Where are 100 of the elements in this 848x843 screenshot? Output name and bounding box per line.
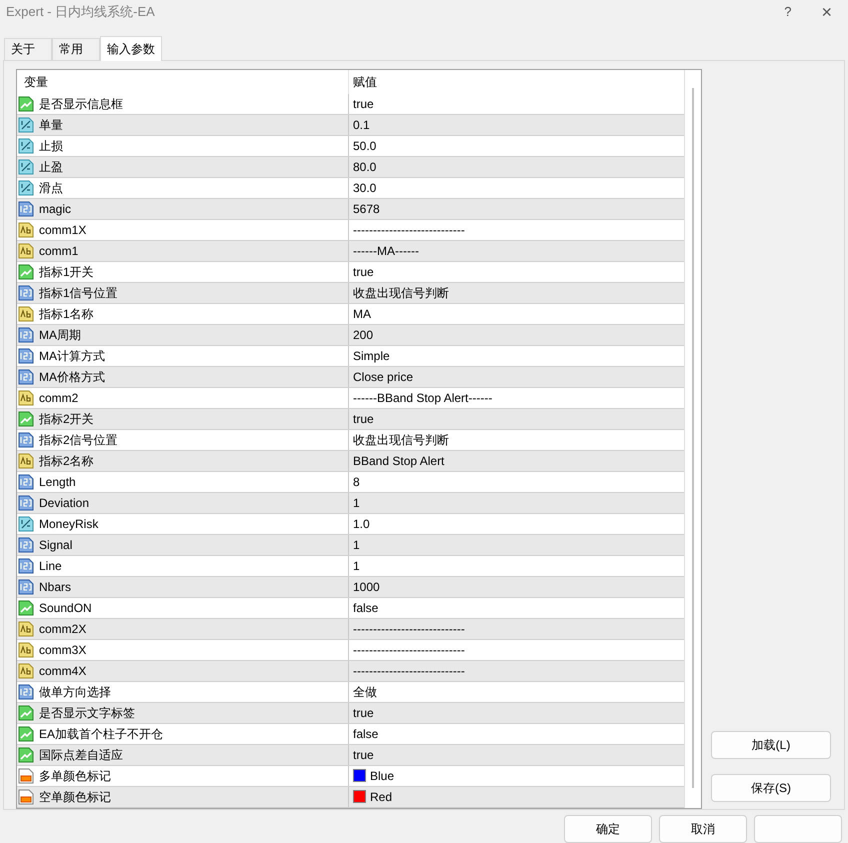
table-row[interactable]: Deviation 1 <box>17 492 684 514</box>
text-type-icon <box>18 306 34 322</box>
table-row[interactable]: MA周期 200 <box>17 324 684 346</box>
parameter-name: 指标2信号位置 <box>39 432 118 449</box>
table-row[interactable]: 指标2名称 BBand Stop Alert <box>17 450 684 472</box>
table-row[interactable]: comm2X ---------------------------- <box>17 618 684 640</box>
parameter-value: BBand Stop Alert <box>353 452 444 470</box>
table-row[interactable]: Line 1 <box>17 556 684 577</box>
fraction-icon <box>18 180 34 196</box>
text-type-icon <box>18 452 34 469</box>
parameter-name: 是否显示信息框 <box>39 96 123 113</box>
table-row[interactable]: SoundON false <box>17 598 684 619</box>
dialog-button[interactable]: 取消 <box>659 815 747 843</box>
table-row[interactable]: 指标1名称 MA <box>17 304 684 325</box>
table-row[interactable]: MA计算方式 Simple <box>17 346 684 367</box>
table-row[interactable]: comm1 ------MA------ <box>17 240 684 262</box>
text-type-icon <box>18 642 34 658</box>
table-row[interactable]: comm3X ---------------------------- <box>17 640 684 661</box>
text-type-icon <box>18 390 34 406</box>
parameter-name: Length <box>39 474 76 491</box>
parameter-name: comm3X <box>39 642 86 659</box>
parameter-value: true <box>353 96 374 113</box>
parameter-name: Line <box>39 558 62 575</box>
parameter-name: MA周期 <box>39 326 81 344</box>
table-row[interactable]: comm4X ---------------------------- <box>17 660 684 682</box>
dialog-button[interactable]: 确定 <box>564 815 652 843</box>
table-row[interactable]: 空单颜色标记 Red <box>17 786 684 808</box>
table-row[interactable]: 指标1开关 true <box>17 262 684 283</box>
parameter-name: 指标1开关 <box>39 264 94 281</box>
dialog-button[interactable] <box>754 815 842 843</box>
parameter-name: Signal <box>39 536 72 554</box>
table-row[interactable]: 是否显示文字标签 true <box>17 702 684 724</box>
tab[interactable]: 输入参数 <box>100 36 162 61</box>
parameter-value: 0.1 <box>353 116 370 134</box>
tab[interactable]: 常用 <box>52 38 100 60</box>
parameter-name: 指标1名称 <box>39 306 94 323</box>
window-title: Expert - 日内均线系统-EA <box>6 3 155 22</box>
text-type-icon <box>18 222 34 238</box>
parameter-name: 止损 <box>39 138 63 155</box>
parameter-name: magic <box>39 200 72 218</box>
side-button[interactable]: 加载(L) <box>711 731 831 759</box>
parameter-value: 80.0 <box>353 158 376 176</box>
text-type-icon <box>18 620 34 637</box>
parameter-name: MA价格方式 <box>39 368 105 386</box>
help-button[interactable]: ? <box>784 2 792 22</box>
table-row[interactable]: MA价格方式 Close price <box>17 366 684 388</box>
close-button[interactable]: × <box>821 2 832 21</box>
side-button[interactable]: 保存(S) <box>711 774 831 802</box>
table-row[interactable]: 多单颜色标记 Blue <box>17 766 684 787</box>
parameter-value: ---------------------------- <box>353 222 465 239</box>
parameter-value: false <box>353 726 378 743</box>
table-row[interactable]: comm1X ---------------------------- <box>17 220 684 241</box>
table-row[interactable]: comm2 ------BBand Stop Alert------ <box>17 388 684 409</box>
parameter-name: comm1 <box>39 242 78 260</box>
table-row[interactable]: 单量 0.1 <box>17 114 684 136</box>
parameter-name: 多单颜色标记 <box>39 768 111 785</box>
parameter-name: comm1X <box>39 222 86 239</box>
parameter-name: comm2 <box>39 390 78 407</box>
parameter-value: 收盘出现信号判断 <box>353 432 449 449</box>
tab[interactable]: 关于 <box>4 38 52 60</box>
table-row[interactable]: 做单方向选择 全做 <box>17 682 684 703</box>
table-row[interactable]: 指标2信号位置 收盘出现信号判断 <box>17 430 684 451</box>
parameter-name: SoundON <box>39 600 92 617</box>
parameter-name: 指标2名称 <box>39 452 94 470</box>
parameter-value: true <box>353 264 374 281</box>
parameter-value: Blue <box>370 768 394 785</box>
parameter-value: 1 <box>353 558 360 575</box>
parameter-name: 做单方向选择 <box>39 684 111 701</box>
parameter-value: 5678 <box>353 200 380 218</box>
parameter-value: 200 <box>353 326 374 344</box>
table-row[interactable]: Signal 1 <box>17 534 684 556</box>
table-row[interactable]: 止盈 80.0 <box>17 156 684 178</box>
table-row[interactable]: Nbars 1000 <box>17 576 684 598</box>
parameter-value: 30.0 <box>353 180 376 197</box>
parameter-value: true <box>353 704 374 722</box>
text-type-icon <box>18 662 34 679</box>
parameter-value: false <box>353 600 378 617</box>
parameter-value: 1 <box>353 536 360 554</box>
parameter-name: comm2X <box>39 620 86 638</box>
parameter-value: ------BBand Stop Alert------ <box>353 390 492 407</box>
table-row[interactable]: EA加载首个柱子不开仓 false <box>17 724 684 745</box>
parameter-name: 指标2开关 <box>39 410 94 428</box>
table-row[interactable]: 指标1信号位置 收盘出现信号判断 <box>17 282 684 304</box>
parameter-value: Close price <box>353 368 414 386</box>
table-row[interactable]: 是否显示信息框 true <box>17 94 684 115</box>
table-row[interactable]: MoneyRisk 1.0 <box>17 514 684 535</box>
parameter-name: 滑点 <box>39 180 63 197</box>
table-row[interactable]: 止损 50.0 <box>17 136 684 157</box>
parameter-name: MoneyRisk <box>39 516 98 533</box>
table-row[interactable]: 指标2开关 true <box>17 408 684 430</box>
column-header[interactable]: 赋值 <box>349 70 684 94</box>
parameter-value: 1 <box>353 494 360 512</box>
parameter-name: 空单颜色标记 <box>39 788 111 806</box>
parameter-value: 1.0 <box>353 516 370 533</box>
table-row[interactable]: magic 5678 <box>17 198 684 220</box>
parameter-value: Red <box>370 788 392 806</box>
parameter-name: Deviation <box>39 494 90 512</box>
table-row[interactable]: 滑点 30.0 <box>17 178 684 199</box>
table-row[interactable]: 国际点差自适应 true <box>17 744 684 766</box>
table-row[interactable]: Length 8 <box>17 472 684 493</box>
